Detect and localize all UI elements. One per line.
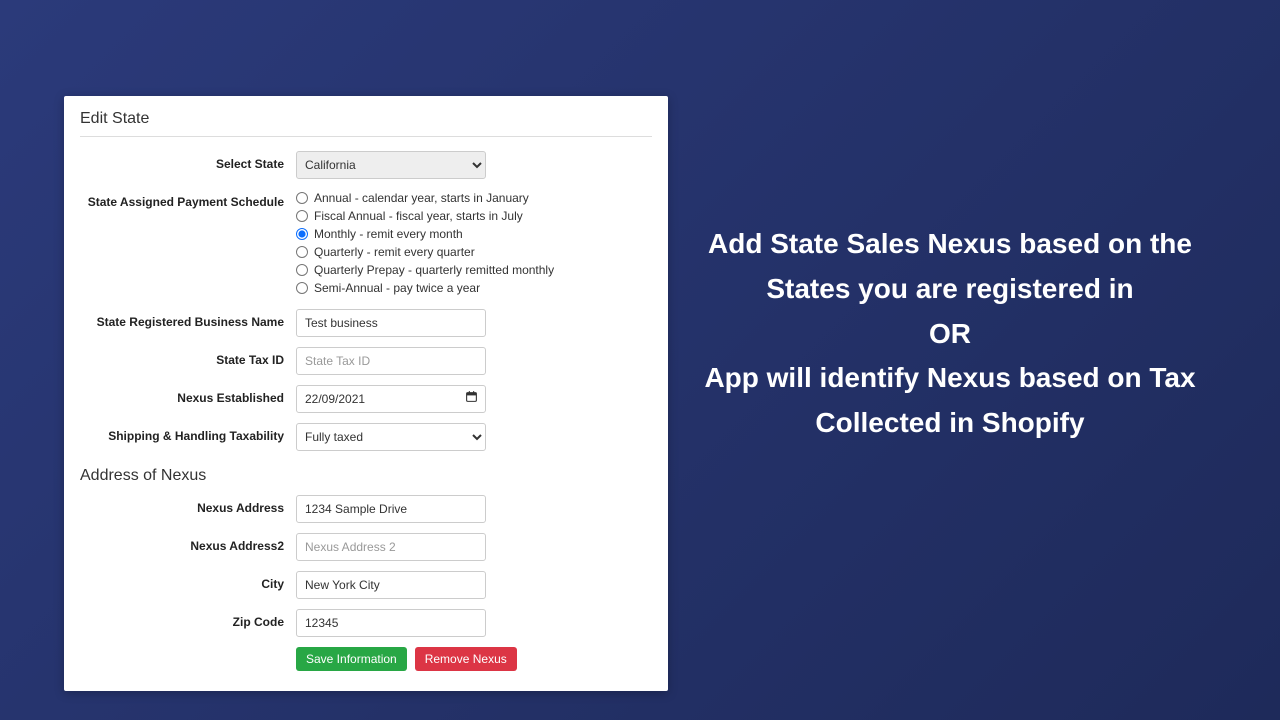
- shipping-tax-label: Shipping & Handling Taxability: [80, 423, 296, 443]
- schedule-option-label: Quarterly - remit every quarter: [314, 245, 475, 259]
- schedule-option-monthly[interactable]: Monthly - remit every month: [296, 227, 554, 241]
- nexus-address2-input[interactable]: [296, 533, 486, 561]
- schedule-option-label: Quarterly Prepay - quarterly remitted mo…: [314, 263, 554, 277]
- row-business-name: State Registered Business Name: [80, 309, 652, 337]
- row-schedule: State Assigned Payment Schedule Annual -…: [80, 189, 652, 299]
- nexus-address-label: Nexus Address: [80, 495, 296, 515]
- schedule-option-semi-annual[interactable]: Semi-Annual - pay twice a year: [296, 281, 554, 295]
- row-zip: Zip Code: [80, 609, 652, 637]
- edit-state-card: Edit State Select State California State…: [64, 96, 668, 691]
- city-label: City: [80, 571, 296, 591]
- schedule-option-label: Semi-Annual - pay twice a year: [314, 281, 480, 295]
- nexus-established-input[interactable]: [296, 385, 486, 413]
- button-row: Save Information Remove Nexus: [296, 647, 652, 671]
- schedule-option-fiscal[interactable]: Fiscal Annual - fiscal year, starts in J…: [296, 209, 554, 223]
- zip-input[interactable]: [296, 609, 486, 637]
- tax-id-input[interactable]: [296, 347, 486, 375]
- shipping-tax-dropdown[interactable]: Fully taxed: [296, 423, 486, 451]
- zip-label: Zip Code: [80, 609, 296, 629]
- promo-line-3: App will identify Nexus based on Tax Col…: [700, 356, 1200, 446]
- row-shipping-tax: Shipping & Handling Taxability Fully tax…: [80, 423, 652, 451]
- schedule-option-label: Fiscal Annual - fiscal year, starts in J…: [314, 209, 523, 223]
- schedule-option-label: Monthly - remit every month: [314, 227, 463, 241]
- schedule-option-annual[interactable]: Annual - calendar year, starts in Januar…: [296, 191, 554, 205]
- address-section-title: Address of Nexus: [80, 461, 652, 495]
- row-nexus-address2: Nexus Address2: [80, 533, 652, 561]
- row-nexus-established: Nexus Established: [80, 385, 652, 413]
- select-state-dropdown[interactable]: California: [296, 151, 486, 179]
- card-title: Edit State: [80, 110, 652, 136]
- schedule-option-label: Annual - calendar year, starts in Januar…: [314, 191, 529, 205]
- business-name-input[interactable]: [296, 309, 486, 337]
- business-name-label: State Registered Business Name: [80, 309, 296, 329]
- promo-line-1: Add State Sales Nexus based on the State…: [700, 222, 1200, 312]
- row-nexus-address: Nexus Address: [80, 495, 652, 523]
- row-select-state: Select State California: [80, 151, 652, 179]
- row-tax-id: State Tax ID: [80, 347, 652, 375]
- schedule-radio-group: Annual - calendar year, starts in Januar…: [296, 189, 554, 299]
- row-city: City: [80, 571, 652, 599]
- city-input[interactable]: [296, 571, 486, 599]
- nexus-established-label: Nexus Established: [80, 385, 296, 405]
- nexus-address2-label: Nexus Address2: [80, 533, 296, 553]
- save-button[interactable]: Save Information: [296, 647, 407, 671]
- promo-line-2: OR: [700, 312, 1200, 357]
- tax-id-label: State Tax ID: [80, 347, 296, 367]
- select-state-label: Select State: [80, 151, 296, 171]
- remove-button[interactable]: Remove Nexus: [415, 647, 517, 671]
- promo-text: Add State Sales Nexus based on the State…: [700, 222, 1200, 446]
- schedule-option-quarterly-prepay[interactable]: Quarterly Prepay - quarterly remitted mo…: [296, 263, 554, 277]
- divider: [80, 136, 652, 137]
- schedule-label: State Assigned Payment Schedule: [80, 189, 296, 209]
- nexus-address-input[interactable]: [296, 495, 486, 523]
- schedule-option-quarterly[interactable]: Quarterly - remit every quarter: [296, 245, 554, 259]
